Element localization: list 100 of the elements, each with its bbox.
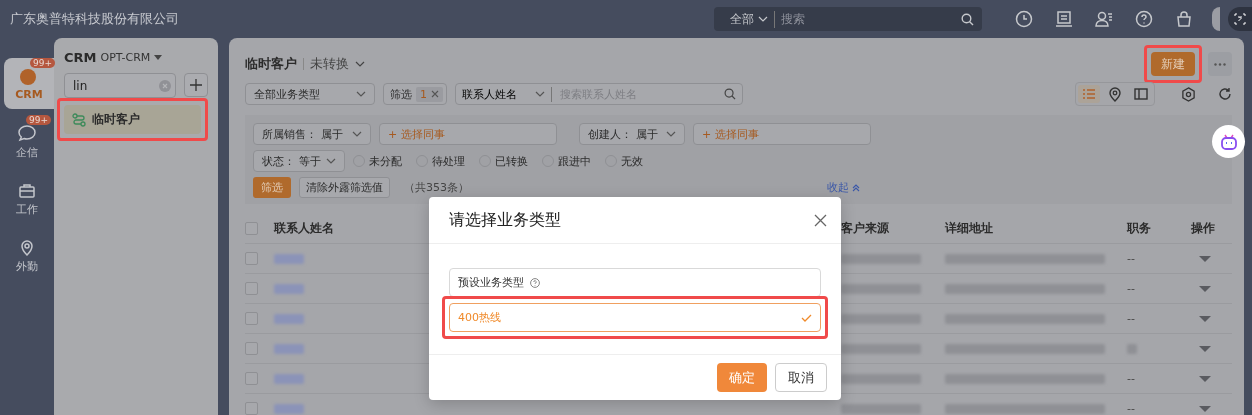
redacted-name	[274, 283, 304, 294]
translate-button[interactable]	[1228, 7, 1252, 31]
checkmark-icon	[801, 313, 812, 322]
column-header[interactable]: 详细地址	[945, 220, 1127, 237]
chevron-down-icon	[666, 131, 676, 137]
chevron-down-icon	[355, 61, 365, 67]
table-cell-text: --	[1127, 282, 1136, 295]
crm-icon	[19, 66, 39, 86]
chat-bubble-icon	[17, 123, 37, 143]
column-header[interactable]: 职务	[1127, 220, 1191, 237]
avatar[interactable]	[1212, 7, 1220, 31]
table-cell-text: --	[1127, 252, 1136, 265]
shopping-bag-icon[interactable]	[1175, 10, 1193, 28]
actions-dropdown-icon[interactable]	[1199, 285, 1211, 292]
table-cell-text: --	[1127, 402, 1136, 415]
briefcase-icon	[18, 182, 36, 200]
actions-dropdown-icon[interactable]	[1199, 255, 1211, 262]
search-field-dropdown[interactable]: 联系人姓名	[462, 86, 552, 102]
actions-dropdown-icon[interactable]	[1199, 405, 1211, 412]
chevron-down-icon	[356, 91, 366, 97]
page-title: 临时客户	[245, 55, 297, 73]
global-search-field[interactable]: 全部 搜索	[714, 7, 982, 31]
close-icon	[814, 213, 827, 227]
count-badge: 99+	[30, 58, 55, 68]
chevron-down-icon	[326, 158, 336, 164]
dialog-title: 请选择业务类型	[449, 209, 561, 231]
close-button[interactable]	[814, 213, 827, 227]
redacted-name	[274, 313, 304, 324]
add-button[interactable]	[184, 73, 208, 97]
contacts-icon[interactable]	[1095, 10, 1113, 28]
status-radio[interactable]: 已转换	[479, 153, 528, 169]
row-checkbox[interactable]	[245, 372, 258, 385]
filter-chip[interactable]: 筛选 1	[383, 83, 447, 105]
chevron-down-icon	[758, 16, 768, 22]
split-view-icon	[1134, 88, 1148, 100]
plus-icon	[190, 79, 202, 91]
rail-nav-item[interactable]: 外勤	[0, 231, 54, 282]
column-header[interactable]: 操作	[1191, 220, 1232, 237]
select-all-checkbox[interactable]	[245, 222, 258, 235]
rail-nav-item[interactable]: 99+ CRM	[4, 58, 54, 109]
redacted-name	[274, 373, 304, 384]
more-icon	[1214, 62, 1226, 66]
table-cell-text: --	[1127, 372, 1136, 385]
inbox-icon[interactable]	[1055, 10, 1073, 28]
rail-nav-item[interactable]: 工作	[0, 174, 54, 225]
robot-icon	[1219, 133, 1238, 150]
chevron-down-icon	[535, 91, 545, 97]
filter-count: 1	[420, 87, 427, 101]
menu-search-field[interactable]: lin	[64, 73, 176, 98]
actions-dropdown-icon[interactable]	[1199, 375, 1211, 382]
actions-dropdown-icon[interactable]	[1199, 315, 1211, 322]
redacted-name	[274, 253, 304, 264]
status-radio[interactable]: 未分配	[353, 153, 402, 169]
location-pin-icon	[1109, 86, 1121, 102]
row-checkbox[interactable]	[245, 282, 258, 295]
dropdown-caret-icon[interactable]	[154, 55, 163, 60]
filter-condition-dropdown[interactable]: 所属销售： 属于	[253, 123, 371, 145]
app-name: CRM	[64, 50, 97, 65]
clock-icon[interactable]	[1015, 10, 1033, 28]
business-type-option[interactable]: 预设业务类型	[449, 268, 821, 297]
status-radio[interactable]: 跟进中	[542, 153, 591, 169]
filter-condition-dropdown[interactable]: 创建人： 属于	[579, 123, 685, 145]
count-badge: 99+	[26, 115, 51, 125]
business-type-dropdown[interactable]: 全部业务类型	[245, 83, 375, 105]
search-icon	[961, 12, 974, 26]
rail-nav-item[interactable]: 99+ 企信	[0, 115, 54, 168]
clear-filters-button[interactable]: 清除外露筛选值	[299, 177, 390, 198]
help-icon[interactable]	[1135, 10, 1153, 28]
cancel-button[interactable]: 取消	[775, 363, 827, 392]
menu-search-input[interactable]: lin	[71, 77, 159, 94]
total-count: （共353条）	[404, 180, 469, 195]
status-radio[interactable]: 无效	[605, 153, 643, 169]
table-cell-text: --	[1127, 312, 1136, 325]
redacted-name	[274, 343, 304, 354]
view-dropdown[interactable]: 未转换	[310, 55, 365, 73]
translate-icon	[1234, 13, 1246, 25]
sidebar-item[interactable]: 临时客户	[64, 105, 201, 134]
close-icon[interactable]	[431, 90, 439, 98]
filter-button[interactable]: 筛选	[253, 177, 291, 198]
status-condition-dropdown[interactable]: 状态： 等于	[253, 150, 345, 172]
search-icon	[724, 88, 736, 100]
company-name: 广东奥普特科技股份有限公司	[10, 10, 180, 28]
more-button[interactable]	[1208, 52, 1232, 76]
chevron-down-icon	[352, 131, 362, 137]
row-checkbox[interactable]	[245, 342, 258, 355]
settings-icon[interactable]	[1181, 86, 1196, 102]
actions-dropdown-icon[interactable]	[1199, 345, 1211, 352]
refresh-icon[interactable]	[1218, 87, 1232, 101]
column-header[interactable]: 客户来源	[841, 220, 945, 237]
location-pin-icon	[18, 239, 36, 257]
clear-icon[interactable]	[159, 79, 171, 92]
flow-icon	[72, 112, 86, 127]
status-radio[interactable]: 待处理	[416, 153, 465, 169]
list-icon	[1082, 88, 1096, 100]
app-subtitle: OPT-CRM	[100, 51, 151, 64]
redacted-name	[274, 403, 304, 414]
row-checkbox[interactable]	[245, 402, 258, 415]
search-scope-dropdown[interactable]: 全部	[730, 10, 775, 28]
row-checkbox[interactable]	[245, 252, 258, 265]
row-checkbox[interactable]	[245, 312, 258, 325]
